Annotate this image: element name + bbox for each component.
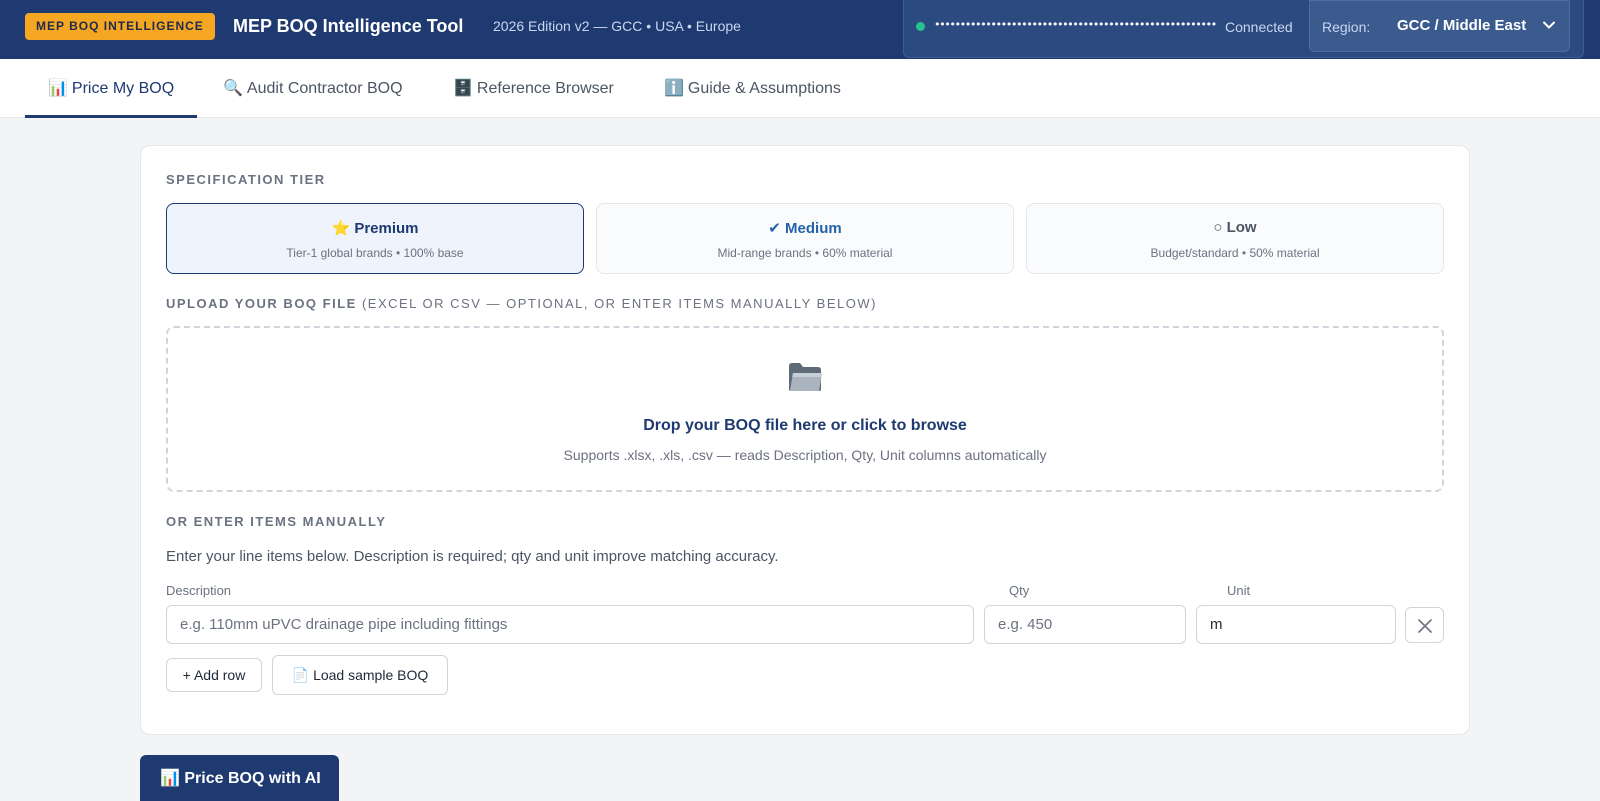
load-sample-boq-button[interactable]: 📄 Load sample BOQ [272, 655, 448, 695]
chart-icon: 📊 [160, 770, 180, 787]
button-label: Price BOQ with AI [184, 770, 321, 787]
region-label: Region: [1322, 19, 1371, 35]
remove-row-button[interactable] [1405, 607, 1444, 643]
tab-label: Guide & Assumptions [687, 80, 841, 97]
tier-medium-option[interactable]: ✔ Medium Mid-range brands • 60% material [596, 203, 1014, 274]
star-icon: ⭐ [331, 220, 351, 237]
manual-entry-helper: Enter your line items below. Description… [166, 548, 779, 565]
upload-label-suffix: (EXCEL OR CSV — OPTIONAL, OR ENTER ITEMS… [361, 296, 877, 311]
description-input[interactable] [166, 605, 974, 644]
tier-name: ⭐ Premium [331, 220, 419, 237]
tier-name: ○ Low [1213, 219, 1257, 236]
api-key-input[interactable] [934, 15, 1216, 35]
unit-input[interactable] [1196, 605, 1396, 644]
dropzone-subtitle: Supports .xlsx, .xls, .csv — reads Descr… [563, 447, 1047, 463]
tab-reference-browser[interactable]: 🗄️ Reference Browser [453, 59, 614, 118]
tab-price-my-boq[interactable]: 📊 Price My BOQ [24, 59, 198, 118]
magnifier-icon: 🔍 [223, 80, 243, 97]
file-dropzone[interactable] [166, 326, 1444, 492]
document-icon: 📄 [291, 666, 310, 683]
tier-desc: Mid-range brands • 60% material [717, 246, 893, 260]
status-dot-icon [916, 22, 925, 31]
dropzone-title[interactable]: Drop your BOQ file here or click to brow… [166, 417, 1444, 435]
cabinet-icon: 🗄️ [453, 80, 473, 97]
unit-column-label: Unit [1227, 583, 1251, 598]
qty-column-label: Qty [1009, 583, 1030, 598]
button-label: Load sample BOQ [313, 666, 429, 683]
manual-entry-label: OR ENTER ITEMS MANUALLY [166, 514, 387, 529]
tier-desc: Tier-1 global brands • 100% base [286, 246, 464, 260]
tab-label: Audit Contractor BOQ [246, 80, 403, 97]
add-row-button[interactable]: + Add row [166, 658, 262, 692]
tab-audit-contractor-boq[interactable]: 🔍 Audit Contractor BOQ [223, 59, 403, 118]
tab-label: Price My BOQ [71, 80, 175, 97]
edition-subtitle: 2026 Edition v2 — GCC • USA • Europe [493, 18, 741, 34]
checkmark-icon: ✔ [768, 220, 781, 237]
price-boq-with-ai-button[interactable]: 📊 Price BOQ with AI [140, 755, 339, 801]
brand-badge: MEP BOQ INTELLIGENCE [25, 13, 215, 40]
chart-icon: 📊 [48, 80, 68, 97]
circle-icon: ○ [1213, 219, 1223, 236]
tab-guide-assumptions[interactable]: ℹ️ Guide & Assumptions [664, 59, 841, 118]
folder-icon [789, 363, 822, 391]
upload-label: UPLOAD YOUR BOQ FILE (EXCEL OR CSV — OPT… [166, 296, 877, 311]
chevron-down-icon[interactable] [1542, 18, 1556, 32]
region-value[interactable]: GCC / Middle East [1397, 17, 1526, 34]
description-column-label: Description [166, 583, 232, 598]
tier-premium-option[interactable]: ⭐ Premium Tier-1 global brands • 100% ba… [166, 203, 584, 274]
app-title: MEP BOQ Intelligence Tool [233, 16, 464, 36]
connection-status: Connected [1225, 19, 1293, 35]
tier-desc: Budget/standard • 50% material [1150, 246, 1320, 260]
qty-input[interactable] [984, 605, 1186, 644]
tab-bar: 📊 Price My BOQ 🔍 Audit Contractor BOQ 🗄️ Re… [0, 59, 1600, 118]
close-icon [1418, 619, 1432, 633]
tab-label: Reference Browser [476, 80, 614, 97]
spec-tier-label: SPECIFICATION TIER [166, 172, 326, 187]
app-header: MEP BOQ INTELLIGENCE MEP BOQ Intelligenc… [0, 0, 1600, 59]
tier-low-option[interactable]: ○ Low Budget/standard • 50% material [1026, 203, 1444, 274]
info-icon: ℹ️ [664, 80, 684, 97]
tier-name: ✔ Medium [768, 220, 842, 237]
